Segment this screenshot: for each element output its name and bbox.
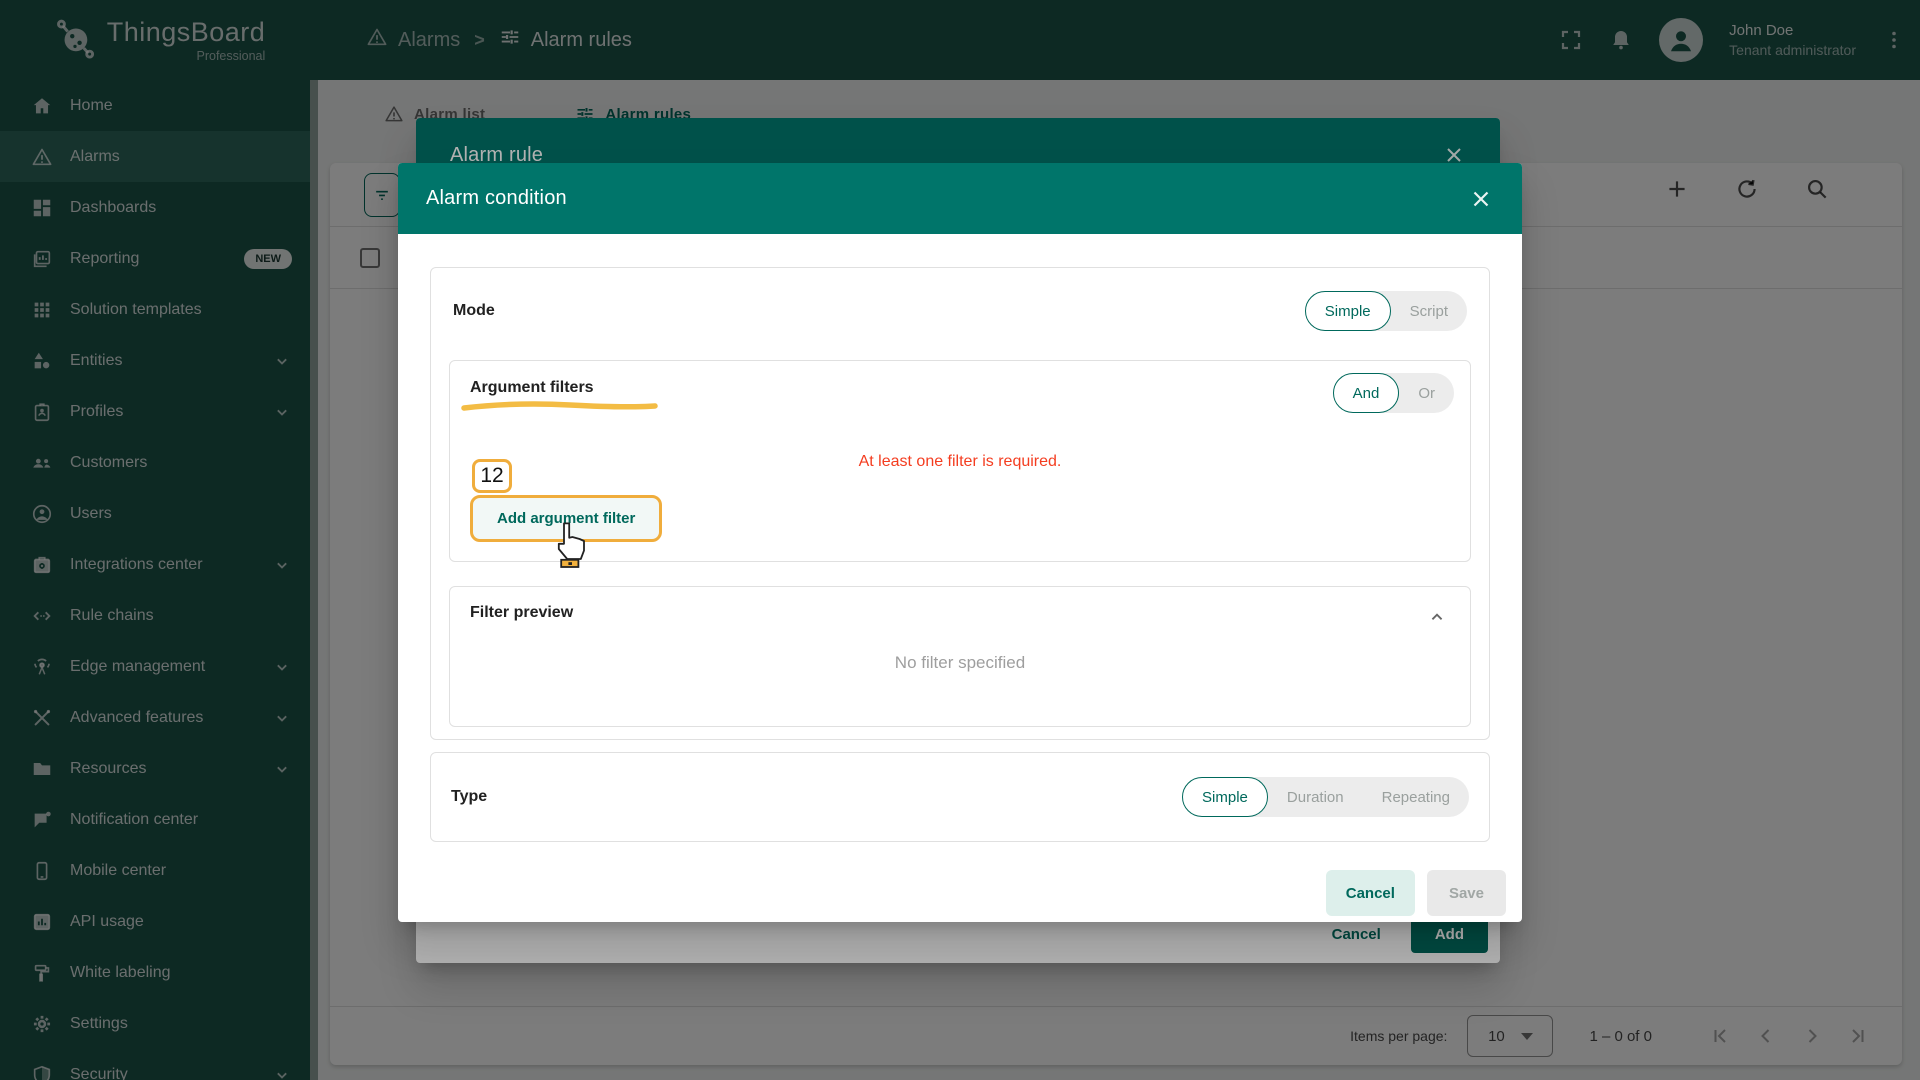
filter-preview-card: Filter preview No filter specified bbox=[449, 586, 1471, 727]
save-button[interactable]: Save bbox=[1426, 870, 1506, 916]
type-option-duration[interactable]: Duration bbox=[1268, 777, 1363, 817]
chevron-up-icon[interactable] bbox=[1426, 606, 1448, 633]
filter-preview-title: Filter preview bbox=[470, 604, 574, 621]
condition-card: Mode Simple Script Argument filters And … bbox=[430, 267, 1490, 740]
type-option-repeating[interactable]: Repeating bbox=[1363, 777, 1469, 817]
operator-option-and[interactable]: And bbox=[1332, 373, 1400, 413]
alarm-condition-dialog-header: Alarm condition bbox=[398, 163, 1522, 234]
type-toggle-group: Simple Duration Repeating bbox=[1182, 777, 1469, 817]
mode-option-script[interactable]: Script bbox=[1391, 291, 1467, 331]
close-icon[interactable] bbox=[1468, 186, 1494, 212]
alarm-condition-dialog-title: Alarm condition bbox=[426, 187, 567, 209]
mode-toggle-group: Simple Script bbox=[1304, 291, 1467, 331]
type-card: Type Simple Duration Repeating bbox=[430, 752, 1490, 842]
mode-row: Mode Simple Script bbox=[449, 278, 1471, 344]
argument-filters-title: Argument filters bbox=[470, 379, 594, 396]
annotation-badge: 12 bbox=[472, 459, 512, 493]
annotation-underline bbox=[461, 401, 658, 411]
cancel-button[interactable]: Cancel bbox=[1325, 870, 1415, 916]
mode-label: Mode bbox=[453, 302, 495, 319]
add-argument-filter-button[interactable]: Add argument filter bbox=[470, 495, 663, 542]
type-option-simple[interactable]: Simple bbox=[1182, 777, 1268, 817]
type-label: Type bbox=[451, 788, 488, 805]
filter-preview-empty-text: No filter specified bbox=[894, 653, 1026, 672]
operator-option-or[interactable]: Or bbox=[1399, 373, 1454, 413]
alarm-condition-dialog: Alarm condition Mode Simple Script Argum… bbox=[398, 163, 1522, 922]
argument-filters-card: Argument filters And Or At least one fil… bbox=[449, 360, 1471, 568]
operator-toggle-group: And Or bbox=[1332, 373, 1454, 413]
filter-required-error: At least one filter is required. bbox=[858, 453, 1062, 470]
mode-option-simple[interactable]: Simple bbox=[1304, 291, 1391, 331]
screen: ThingsBoard Professional Alarms > Alarm … bbox=[0, 0, 1920, 1080]
